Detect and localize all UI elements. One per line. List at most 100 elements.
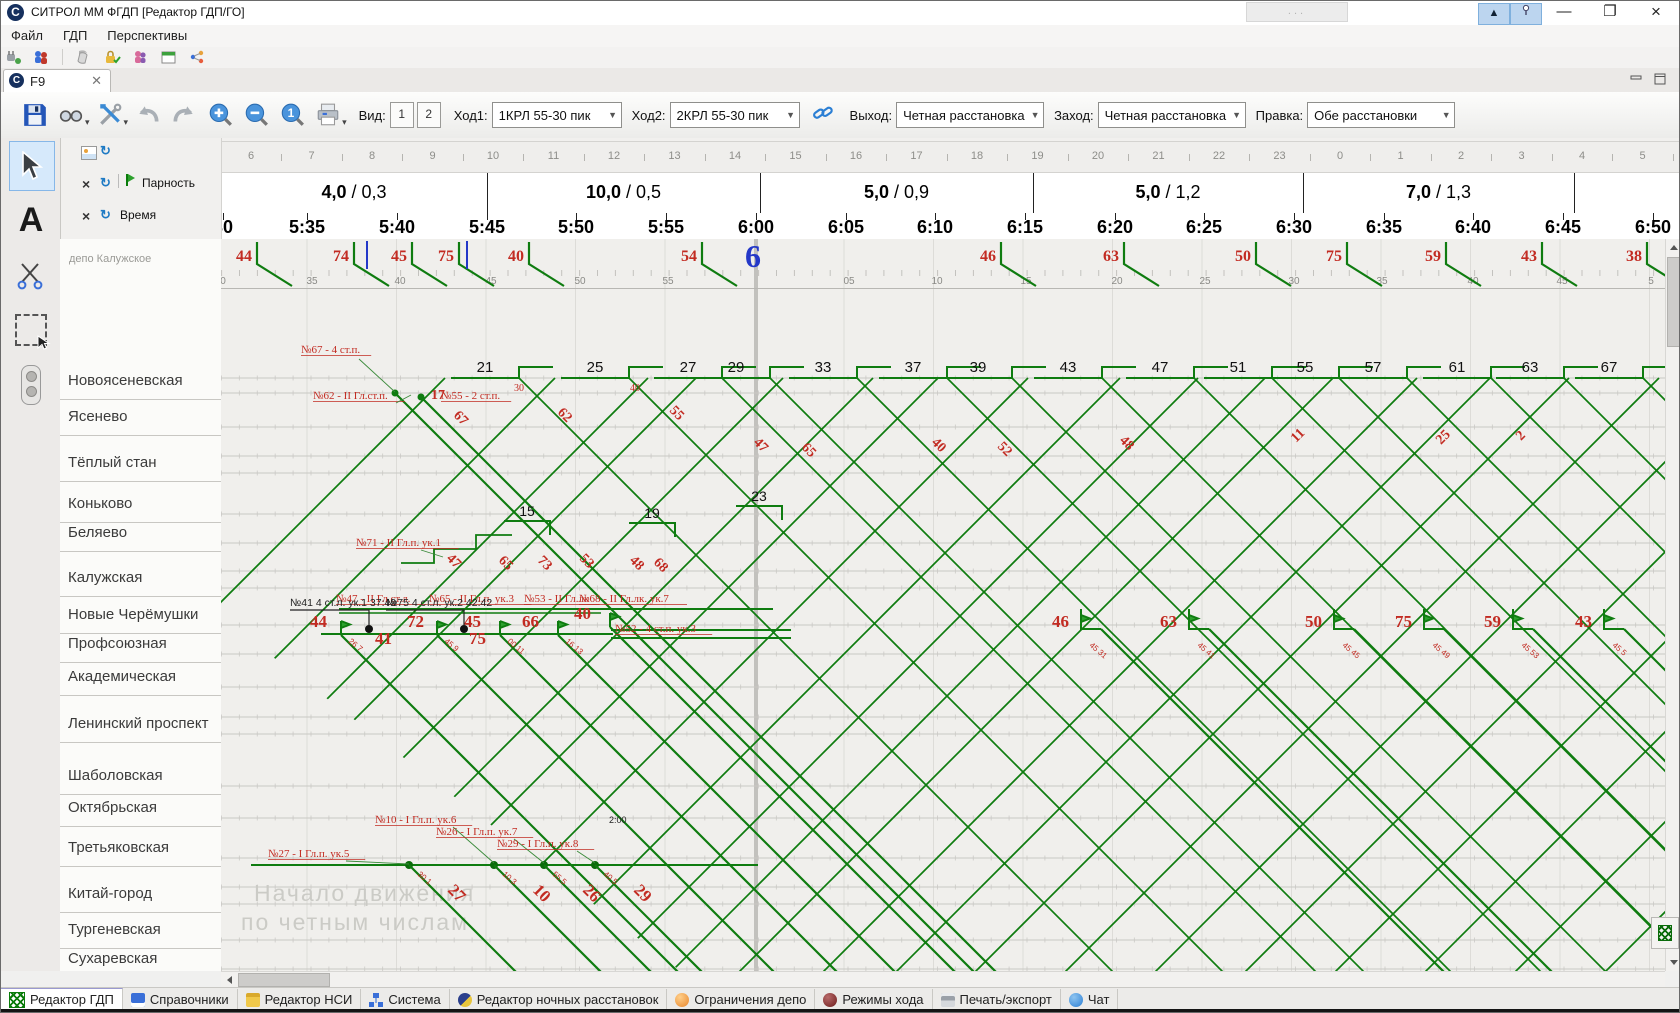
depot-train-number[interactable]: 45 [391, 248, 407, 265]
train-number[interactable]: 44 [310, 612, 328, 631]
collapse-button[interactable]: ▲ [1478, 3, 1510, 25]
parity-close-icon[interactable]: × [82, 176, 90, 192]
station-label[interactable]: Ясенево [68, 408, 127, 425]
parity-refresh-icon[interactable]: ↻ [100, 175, 111, 191]
switch-tool[interactable] [9, 361, 53, 409]
terminal-train-number[interactable]: 55 [1297, 359, 1314, 376]
terminal-train-number[interactable]: 25 [587, 359, 604, 376]
combo-2[interactable]: Четная расстановка▼ [896, 102, 1044, 128]
train-number[interactable]: 75 [1395, 612, 1412, 631]
perspective-tab-0[interactable]: Редактор ГДП [1, 988, 123, 1010]
combo-caret-icon[interactable]: ▼ [783, 110, 799, 120]
annotation[interactable]: №68 - II Гл.лк. ук.7 [579, 593, 669, 605]
terminal-train-number[interactable]: 29 [728, 359, 745, 376]
layer-icon[interactable] [81, 146, 97, 160]
combo-caret-icon[interactable]: ▼ [1229, 110, 1245, 120]
train-number[interactable]: 46 [1052, 612, 1069, 631]
terminal-train-number[interactable]: 39 [970, 359, 987, 376]
menu-2[interactable]: Перспективы [97, 25, 197, 46]
hour-ruler[interactable]: 67891011121314151617181920212223012345 [221, 141, 1680, 173]
step-train-number[interactable]: 19 [644, 505, 660, 521]
view-options-button[interactable] [53, 96, 89, 134]
combo-caret-icon[interactable]: ▼ [1027, 110, 1043, 120]
annotation[interactable]: №41 4 ст.л. ук.1 37:49 [290, 597, 396, 609]
perspective-tab-3[interactable]: Система [361, 989, 449, 1010]
terminal-train-number[interactable]: 67 [1601, 359, 1618, 376]
scroll-left-button[interactable] [221, 972, 237, 987]
close-button[interactable]: × [1641, 1, 1671, 24]
departure-dot[interactable] [365, 625, 373, 633]
terminal-train-number[interactable]: 33 [815, 359, 832, 376]
depot-train-number[interactable]: 54 [681, 248, 697, 265]
share-icon[interactable] [188, 49, 206, 65]
station-label[interactable]: Новоясеневская [68, 372, 183, 389]
dropdown-caret[interactable]: ▾ [342, 117, 347, 128]
terminal-train-number[interactable]: 37 [905, 359, 922, 376]
permissions-icon[interactable] [103, 49, 121, 65]
station-label[interactable]: Октябрьская [68, 799, 157, 816]
connect-icon[interactable] [4, 49, 22, 65]
step-train-number[interactable]: 23 [751, 488, 767, 504]
parity-interval-ruler[interactable]: 4,0 / 0,310,0 / 0,55,0 / 0,95,0 / 1,27,0… [221, 173, 1680, 214]
dropdown-caret[interactable]: ▾ [85, 117, 90, 128]
train-number[interactable]: 72 [407, 612, 424, 631]
combo-caret-icon[interactable]: ▼ [605, 110, 621, 120]
time-refresh-icon[interactable]: ↻ [100, 207, 111, 223]
step-train-number[interactable]: 15 [519, 503, 535, 519]
annotation[interactable]: №26 - I Гл.п. ук.7 [436, 826, 518, 838]
link-runs-button[interactable] [812, 102, 834, 129]
perspective-tab-6[interactable]: Режимы хода [815, 989, 932, 1010]
perspective-tab-2[interactable]: Редактор НСИ [238, 989, 362, 1010]
train-number[interactable]: 40 [574, 604, 591, 623]
station-label[interactable]: Ленинский проспект [68, 715, 209, 732]
depot-train-number[interactable]: 75 [438, 248, 454, 265]
depot-train-number[interactable]: 46 [980, 248, 996, 265]
maximize-pane-button[interactable] [1653, 72, 1671, 86]
cut-tool[interactable] [9, 251, 53, 299]
combo-0[interactable]: 1КРЛ 55-30 пик▼ [492, 102, 622, 128]
terminal-train-number[interactable]: 47 [1152, 359, 1169, 376]
script-icon[interactable] [74, 49, 92, 65]
combo-4[interactable]: Обе расстановки▼ [1307, 102, 1455, 128]
train-graph-canvas[interactable]: 0354045505505101520253035404554474457540… [221, 239, 1665, 971]
minimize-button[interactable]: — [1549, 1, 1579, 24]
train-number[interactable]: 43 [1575, 612, 1592, 631]
station-label[interactable]: Новые Черёмушки [68, 606, 198, 623]
perspective-tab-1[interactable]: Справочники [123, 989, 238, 1010]
train-number[interactable]: 41 [375, 629, 392, 648]
restore-button[interactable]: ❐ [1595, 1, 1625, 24]
time-close-icon[interactable]: × [82, 208, 90, 224]
train-number[interactable]: 63 [1160, 612, 1177, 631]
station-label[interactable]: Калужская [68, 569, 142, 586]
annotation[interactable]: №29 - I Гл.п. ук.8 [497, 838, 579, 850]
scroll-up-button[interactable] [1666, 239, 1680, 256]
dropdown-caret[interactable]: ▾ [124, 117, 129, 128]
annotation[interactable]: №10 - I Гл.п. ук.6 [375, 814, 457, 826]
terminal-train-number[interactable]: 63 [1522, 359, 1539, 376]
annotation[interactable]: №75 4 ст.л. ук.2 42:42 [386, 597, 492, 609]
horizontal-scrollbar[interactable] [221, 971, 1665, 988]
print-button[interactable] [310, 96, 346, 134]
select-tool[interactable] [9, 141, 55, 191]
perspective-tab-5[interactable]: Ограничения депо [667, 989, 815, 1010]
zoom-in-button[interactable] [202, 96, 238, 134]
vertical-scrollbar[interactable] [1665, 239, 1680, 971]
station-label[interactable]: Китай-город [68, 885, 152, 902]
calendar-icon[interactable] [160, 49, 178, 65]
depot-train-number[interactable]: 74 [333, 248, 349, 265]
train-number[interactable]: 66 [522, 612, 539, 631]
train-number[interactable]: 59 [1484, 612, 1501, 631]
annotation[interactable]: №62 - II Гл.ст.п. [313, 390, 388, 402]
station-label[interactable]: Тёплый стан [68, 454, 157, 471]
annotation[interactable]: №55 - 2 ст.п. [441, 390, 500, 402]
station-label[interactable]: Профсоюзная [68, 635, 167, 652]
scroll-down-button[interactable] [1666, 954, 1680, 971]
tools-button[interactable] [92, 96, 128, 134]
depot-train-number[interactable]: 50 [1235, 248, 1251, 265]
perspective-tab-7[interactable]: Печать/экспорт [933, 989, 1061, 1010]
annotation[interactable]: №71 - II Гл.п. ук.1 [356, 537, 441, 549]
annotation[interactable]: №52 - 4 ст.п. ук.3 [615, 623, 697, 635]
canvas-corner-button[interactable] [1651, 917, 1679, 949]
terminal-train-number[interactable]: 21 [477, 359, 494, 376]
minimize-pane-button[interactable] [1629, 72, 1647, 86]
